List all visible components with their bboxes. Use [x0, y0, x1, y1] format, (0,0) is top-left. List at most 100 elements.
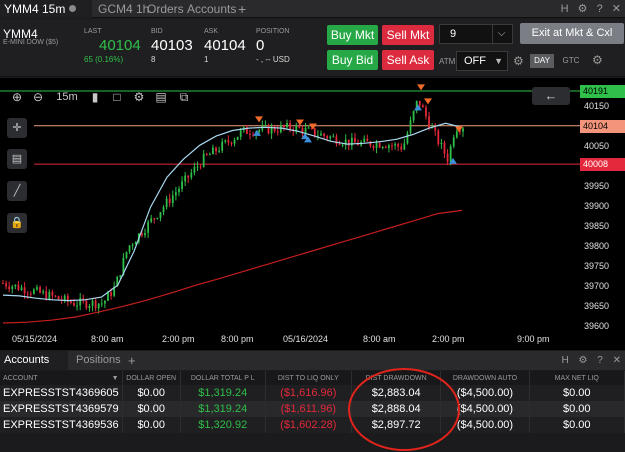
column-header-drawdown-auto[interactable]: DRAWDOWN AUTO — [440, 371, 530, 385]
atm-gear-icon[interactable]: ⚙ — [513, 54, 524, 68]
candle-body — [437, 130, 440, 145]
candle-body — [165, 198, 168, 208]
bid-label: BID — [151, 28, 163, 35]
price-tick-label: 39650 — [584, 301, 610, 312]
candle-body — [20, 287, 23, 290]
interval-selector[interactable]: 15m — [54, 87, 80, 107]
tab-accounts-panel[interactable]: Accounts — [0, 351, 68, 370]
sort-down-icon[interactable]: ▼ — [112, 375, 119, 382]
close-icon[interactable]: ✕ — [613, 355, 621, 366]
column-header-account[interactable]: ACCOUNT ▼ — [0, 371, 123, 385]
buy-market-button[interactable]: Buy Mkt — [327, 25, 378, 45]
tif-gtc-button[interactable]: GTC — [558, 54, 584, 68]
position-label: POSITION — [256, 28, 290, 35]
add-panel-tab-button[interactable]: + — [124, 351, 140, 370]
candle-body — [193, 166, 196, 173]
line-draw-icon[interactable]: ╱ — [7, 181, 27, 201]
help-icon[interactable]: ? — [597, 3, 603, 15]
template-icon[interactable]: ▤ — [152, 87, 170, 107]
exit-at-market-cancel-button[interactable]: Exit at Mkt & Cxl — [520, 23, 624, 44]
tif-day-button[interactable]: DAY — [530, 54, 554, 68]
tab-label: GCM4 1h — [98, 2, 150, 16]
candle-body — [249, 133, 251, 135]
candle-body — [5, 283, 7, 287]
table-row[interactable]: EXPRESSTST4369536 $0.00 $1,320.92 ($1,60… — [0, 417, 625, 433]
column-header-label: ACCOUNT — [3, 374, 38, 382]
column-header-dollar-open[interactable]: DOLLAR OPEN — [122, 371, 181, 385]
column-header-dollar-total-pl[interactable]: DOLLAR TOTAL P L — [180, 371, 266, 385]
candle-body — [384, 147, 387, 149]
candle-body — [174, 192, 177, 196]
column-header-max-net-liq[interactable]: MAX NET LIQ — [529, 371, 625, 385]
help-icon[interactable]: ? — [597, 355, 603, 366]
candle-body — [11, 286, 14, 290]
buy-bid-button[interactable]: Buy Bid — [327, 50, 378, 70]
settings-gear-icon[interactable]: ⚙ — [130, 87, 148, 107]
sell-trade-marker — [424, 98, 432, 105]
candle-body — [153, 218, 156, 220]
candle-body — [378, 142, 381, 148]
last-label: LAST — [84, 28, 102, 35]
account-cell: EXPRESSTST4369579 — [0, 401, 123, 417]
time-tick-label: 05/15/2024 — [12, 334, 58, 344]
dist-to-liq-cell: ($1,616.96) — [265, 385, 352, 401]
gear-icon[interactable]: ⚙ — [578, 3, 588, 15]
candle-body — [141, 233, 143, 236]
dollar-total-pl-cell: $1,319.24 — [180, 401, 266, 417]
candle-body — [372, 145, 375, 148]
candle-body — [381, 147, 384, 149]
candle-body — [196, 166, 199, 168]
crosshair-icon[interactable]: ✛ — [7, 118, 27, 138]
tab-status-dot — [69, 5, 77, 12]
candle-body — [54, 295, 57, 297]
gear-icon[interactable]: ⚙ — [579, 355, 588, 366]
price-chart[interactable]: ⊕ ⊖ 15m ▮ □ ⚙ ▤ ⧉ ✛ ▤ ╱ 🔒 ← 40191 40150 40… — [0, 78, 625, 350]
candle-body — [412, 111, 415, 121]
table-row[interactable]: EXPRESSTST4369579 $0.00 $1,319.24 ($1,61… — [0, 401, 625, 417]
lock-icon[interactable]: 🔒 — [7, 213, 27, 233]
tab-orders[interactable]: Orders — [143, 0, 188, 18]
tab-ymm4-chart[interactable]: YMM4 15m — [0, 0, 92, 18]
zoom-in-icon[interactable]: ⊕ — [8, 87, 26, 107]
candle-body — [347, 139, 350, 146]
chevron-down-icon[interactable]: ⌵ — [492, 25, 510, 43]
tab-accounts[interactable]: Accounts — [183, 0, 240, 18]
candle-body — [434, 127, 437, 131]
candle-style-icon[interactable]: ▮ — [86, 87, 104, 107]
sell-ask-button[interactable]: Sell Ask — [382, 50, 434, 70]
close-icon[interactable]: ✕ — [612, 3, 621, 15]
zoom-out-icon[interactable]: ⊖ — [29, 87, 47, 107]
chart-plot-area[interactable] — [0, 78, 580, 350]
column-header-dist-to-liq[interactable]: DIST TO LIQ ONLY — [265, 371, 352, 385]
candle-body — [230, 142, 233, 144]
quantity-input[interactable]: 9 ⌵ — [439, 24, 513, 44]
price-axis[interactable]: 4019140150401004005040000399503990039850… — [580, 78, 625, 350]
atm-value: OFF — [464, 55, 486, 67]
copy-icon[interactable]: ⧉ — [175, 87, 193, 107]
h-icon[interactable]: H — [562, 355, 569, 366]
add-tab-button[interactable]: + — [234, 0, 250, 18]
atm-select[interactable]: OFF ▼ — [456, 51, 508, 71]
tab-positions-panel[interactable]: Positions — [72, 351, 125, 370]
dollar-open-cell: $0.00 — [122, 417, 181, 433]
notes-icon[interactable]: ▤ — [7, 149, 27, 169]
candle-body — [224, 140, 227, 142]
h-icon[interactable]: H — [561, 3, 569, 15]
tif-gear-icon[interactable]: ⚙ — [592, 53, 603, 67]
candle-body — [107, 292, 109, 301]
candle-body — [338, 144, 341, 146]
sell-market-button[interactable]: Sell Mkt — [382, 25, 434, 45]
candle-body — [14, 284, 17, 287]
candle-body — [97, 303, 100, 309]
candle-body — [215, 147, 217, 152]
candle-body — [184, 175, 187, 182]
candle-body — [79, 298, 82, 306]
candle-body — [131, 244, 134, 246]
crosshair-select-icon[interactable]: □ — [108, 87, 126, 107]
last-price: 40104 — [99, 37, 141, 54]
candle-body — [363, 138, 366, 142]
table-row[interactable]: EXPRESSTST4369605 $0.00 $1,319.24 ($1,61… — [0, 385, 625, 401]
price-tick-label: 39900 — [584, 201, 610, 212]
scroll-to-latest-button[interactable]: ← — [532, 87, 570, 105]
candle-body — [212, 147, 214, 155]
